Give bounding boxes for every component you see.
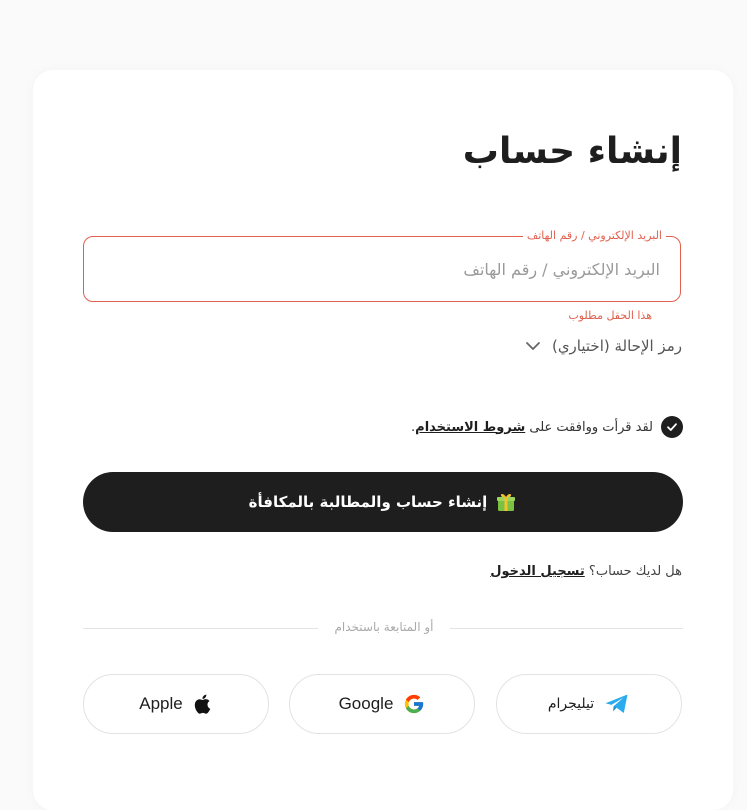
chevron-down-icon xyxy=(524,337,542,355)
google-icon xyxy=(403,693,425,715)
error-message: هذا الحقل مطلوب xyxy=(568,309,652,322)
terms-link[interactable]: شروط الاستخدام xyxy=(415,420,525,435)
apple-icon xyxy=(193,693,213,715)
page-title: إنشاء حساب xyxy=(462,131,682,172)
terms-row: لقد قرأت ووافقت على شروط الاستخدام. xyxy=(411,416,683,438)
apple-button[interactable]: Apple xyxy=(83,674,269,734)
referral-toggle[interactable]: رمز الإحالة (اختياري) xyxy=(524,337,682,355)
check-icon xyxy=(667,423,677,431)
apple-label: Apple xyxy=(139,694,183,713)
identifier-input[interactable] xyxy=(86,239,678,299)
login-prompt: هل لديك حساب؟ تسجيل الدخول xyxy=(490,564,682,579)
terms-checkbox[interactable] xyxy=(661,416,683,438)
create-account-button[interactable]: إنشاء حساب والمطالبة بالمكافأة xyxy=(83,472,683,532)
google-label: Google xyxy=(338,694,394,713)
terms-prefix: لقد قرأت ووافقت على xyxy=(525,419,653,435)
login-prompt-text: هل لديك حساب؟ xyxy=(584,564,682,579)
create-account-label: إنشاء حساب والمطالبة بالمكافأة xyxy=(248,493,488,511)
identifier-field[interactable]: البريد الإلكتروني / رقم الهاتف xyxy=(83,229,681,302)
telegram-button[interactable]: تيليجرام xyxy=(496,674,682,734)
terms-text: لقد قرأت ووافقت على شروط الاستخدام. xyxy=(411,420,653,435)
telegram-icon xyxy=(604,693,630,715)
login-link[interactable]: تسجيل الدخول xyxy=(490,564,585,579)
google-button[interactable]: Google xyxy=(289,674,475,734)
referral-label: رمز الإحالة (اختياري) xyxy=(551,337,682,355)
telegram-label: تيليجرام xyxy=(547,696,595,712)
divider-text: أو المتابعة باستخدام xyxy=(318,620,450,634)
gift-icon xyxy=(495,491,517,513)
